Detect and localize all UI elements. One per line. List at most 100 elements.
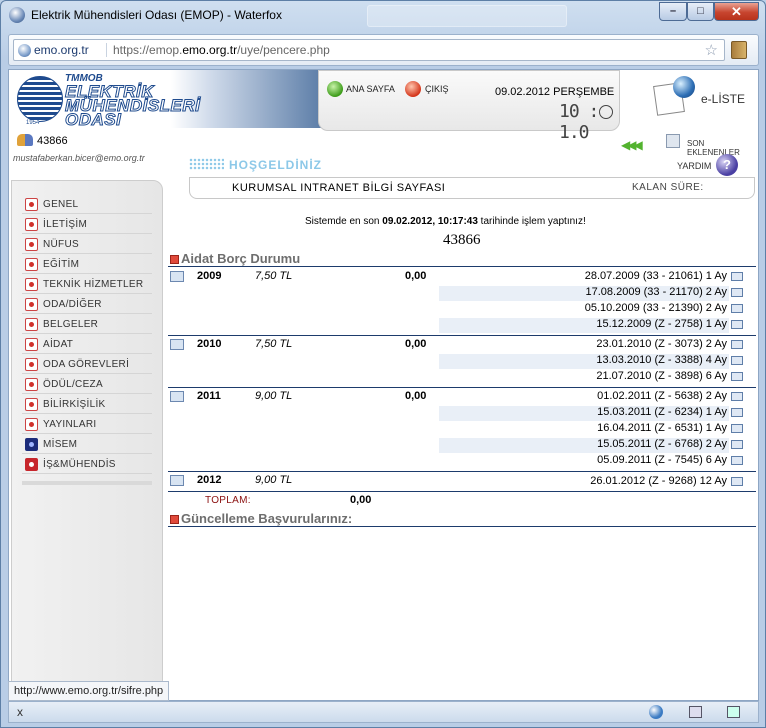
member-number: 43866 — [37, 135, 68, 147]
year-separator — [168, 335, 756, 336]
sidebar-item-genel[interactable]: GENEL — [22, 196, 152, 214]
sidebar-item-oda-gorevleri[interactable]: ODA GÖREVLERİ — [22, 356, 152, 374]
lastop-post: tarihinde işlem yaptınız! — [477, 216, 586, 227]
receipt-icon[interactable] — [731, 356, 743, 365]
sidebar-item-egitim[interactable]: EĞİTİM — [22, 256, 152, 274]
url-prefix: https://emop. — [113, 43, 183, 57]
menu-bullet-icon — [25, 338, 38, 351]
eliste-globe — [673, 76, 695, 98]
welcome-pattern-icon — [189, 158, 224, 170]
menu-bullet-icon — [25, 298, 38, 311]
dues-year: 2010 — [197, 338, 222, 350]
background-tab-ghost — [367, 5, 567, 27]
menu-bullet-icon — [25, 418, 38, 431]
home-link[interactable]: ANA SAYFA — [346, 84, 395, 94]
remaining-time-label: KALAN SÜRE: — [632, 182, 704, 193]
sidebar-item-teknik-hizmetler[interactable]: TEKNİK HİZMETLER — [22, 276, 152, 294]
sidebar-item-belgeler[interactable]: BELGELER — [22, 316, 152, 334]
address-bar[interactable]: emo.org.tr https://emop.emo.org.tr/uye/p… — [13, 39, 725, 61]
sidebar-item-nufus[interactable]: NÜFUS — [22, 236, 152, 254]
dues-amount: 9,00 TL — [255, 474, 293, 486]
receipt-icon[interactable] — [731, 392, 743, 401]
url-host: emo.org.tr — [182, 43, 238, 57]
edit-icon[interactable] — [170, 339, 184, 350]
receipt-icon[interactable] — [731, 304, 743, 313]
menu-bullet-icon — [25, 258, 38, 271]
eliste-link[interactable]: e-LİSTE — [701, 92, 745, 106]
sidebar-item-label: EĞİTİM — [43, 259, 80, 270]
dues-year: 2009 — [197, 270, 222, 282]
site-domain-badge[interactable]: emo.org.tr — [34, 43, 89, 57]
dues-amount: 7,50 TL — [255, 338, 293, 350]
total-label: TOPLAM: — [205, 495, 251, 506]
bookmarks-menu-icon[interactable] — [731, 41, 747, 59]
sidebar-item-label: ODA GÖREVLERİ — [43, 359, 130, 370]
lastop-datetime: 09.02.2012, 10:17:43 — [382, 216, 478, 227]
url-text[interactable]: https://emop.emo.org.tr/uye/pencere.php — [113, 43, 330, 57]
sidebar-item-odul-ceza[interactable]: ÖDÜL/CEZA — [22, 376, 152, 394]
dues-section-title: Aidat Borç Durumu — [181, 251, 301, 266]
minimize-button[interactable]: – — [659, 2, 687, 21]
sidebar-item-label: AİDAT — [43, 339, 74, 350]
sidebar-item-misem[interactable]: MİSEM — [22, 436, 152, 454]
maximize-button[interactable]: □ — [687, 2, 714, 21]
receipt-icon[interactable] — [731, 320, 743, 329]
dues-balance: 0,00 — [405, 338, 427, 350]
receipt-icon[interactable] — [731, 477, 743, 486]
back-arrows-icon[interactable]: ◀◀◀ — [621, 138, 643, 152]
receipt-icon[interactable] — [731, 340, 743, 349]
help-icon[interactable]: ? — [716, 154, 738, 176]
sidebar-item-aidat[interactable]: AİDAT — [22, 336, 152, 354]
edit-icon[interactable] — [170, 271, 184, 282]
site-identity-icon[interactable] — [18, 44, 31, 57]
edit-icon[interactable] — [170, 475, 184, 486]
intranet-title: KURUMSAL INTRANET BİLGİ SAYFASI — [232, 182, 446, 194]
sidebar-item-oda-diger[interactable]: ODA/DİĞER — [22, 296, 152, 314]
recent-items-icon[interactable] — [666, 134, 680, 148]
sidebar-item-bilirkisilik[interactable]: BİLİRKİŞİLİK — [22, 396, 152, 414]
payment-row: 15.03.2011 (Z - 6234) 1 Ay — [439, 406, 729, 421]
sidebar-item-label: BİLİRKİŞİLİK — [43, 399, 106, 410]
receipt-icon[interactable] — [731, 456, 743, 465]
power-icon[interactable] — [405, 81, 421, 97]
receipt-icon[interactable] — [731, 424, 743, 433]
receipt-icon[interactable] — [731, 288, 743, 297]
menu-bullet-icon — [25, 398, 38, 411]
sidebar-item-label: İLETİŞİM — [43, 219, 88, 230]
receipt-icon[interactable] — [731, 372, 743, 381]
users-icon — [17, 134, 33, 146]
edit-icon[interactable] — [170, 391, 184, 402]
logout-link[interactable]: ÇIKIŞ — [425, 84, 449, 94]
section-divider — [168, 526, 756, 527]
sidebar-item-label: TEKNİK HİZMETLER — [43, 279, 144, 290]
eliste-icon[interactable] — [653, 76, 695, 116]
close-button[interactable]: ✕ — [714, 2, 759, 21]
url-path: /uye/pencere.php — [237, 43, 330, 57]
bookmark-star-icon[interactable]: ☆ — [705, 41, 718, 59]
receipt-icon[interactable] — [731, 440, 743, 449]
menu-bullet-icon — [25, 278, 38, 291]
is-muhendis-icon — [25, 458, 38, 471]
sidebar-item-is-muhendis[interactable]: İŞ&MÜHENDİS — [22, 456, 152, 474]
payment-row: 05.09.2011 (Z - 7545) 6 Ay — [597, 454, 727, 466]
payment-row: 16.04.2011 (Z - 6531) 1 Ay — [597, 422, 727, 434]
addon-globe-icon[interactable] — [649, 705, 663, 719]
receipt-icon[interactable] — [731, 408, 743, 417]
home-icon[interactable] — [327, 81, 343, 97]
year-separator — [168, 471, 756, 472]
emo-logo[interactable]: 1954 TMMOB ELEKTRİK MÜHENDİSLERİ ODASI — [11, 70, 321, 129]
logo-year: 1954 — [26, 120, 40, 126]
status-close-icon[interactable]: x — [17, 705, 23, 719]
receipt-icon[interactable] — [731, 272, 743, 281]
welcome-title: HOŞGELDİNİZ — [229, 158, 323, 172]
sidebar-item-yayinlari[interactable]: YAYINLARI — [22, 416, 152, 434]
sidebar-item-label: İŞ&MÜHENDİS — [43, 459, 116, 470]
sidebar-item-iletisim[interactable]: İLETİŞİM — [22, 216, 152, 234]
dues-year: 2011 — [197, 390, 221, 402]
window-icon[interactable] — [727, 706, 740, 718]
monitor-icon[interactable] — [689, 706, 702, 718]
menu-bullet-icon — [25, 238, 38, 251]
sidebar-item-label: GENEL — [43, 199, 79, 210]
menu-bullet-icon — [25, 358, 38, 371]
help-link[interactable]: YARDIM — [677, 161, 711, 171]
